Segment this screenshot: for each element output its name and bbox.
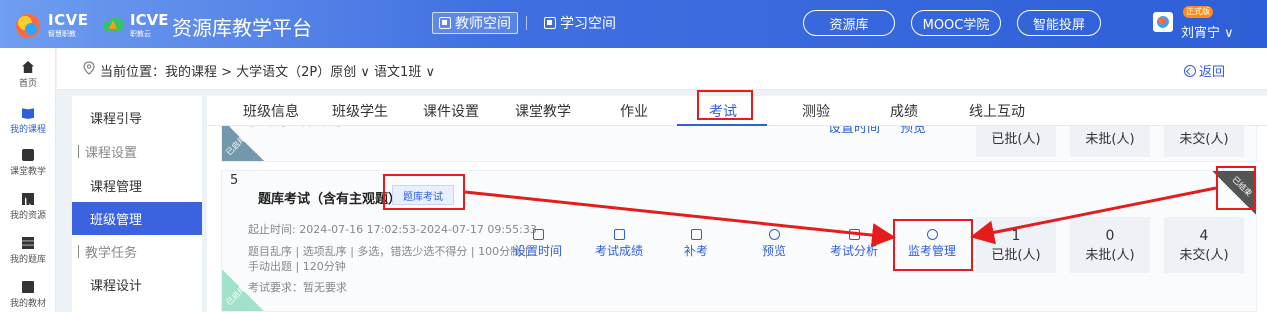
- arrow-type-to-proctor: [464, 190, 896, 248]
- arrow-ended-to-proctor: [970, 186, 1217, 245]
- annotation-arrows: [464, 186, 1217, 248]
